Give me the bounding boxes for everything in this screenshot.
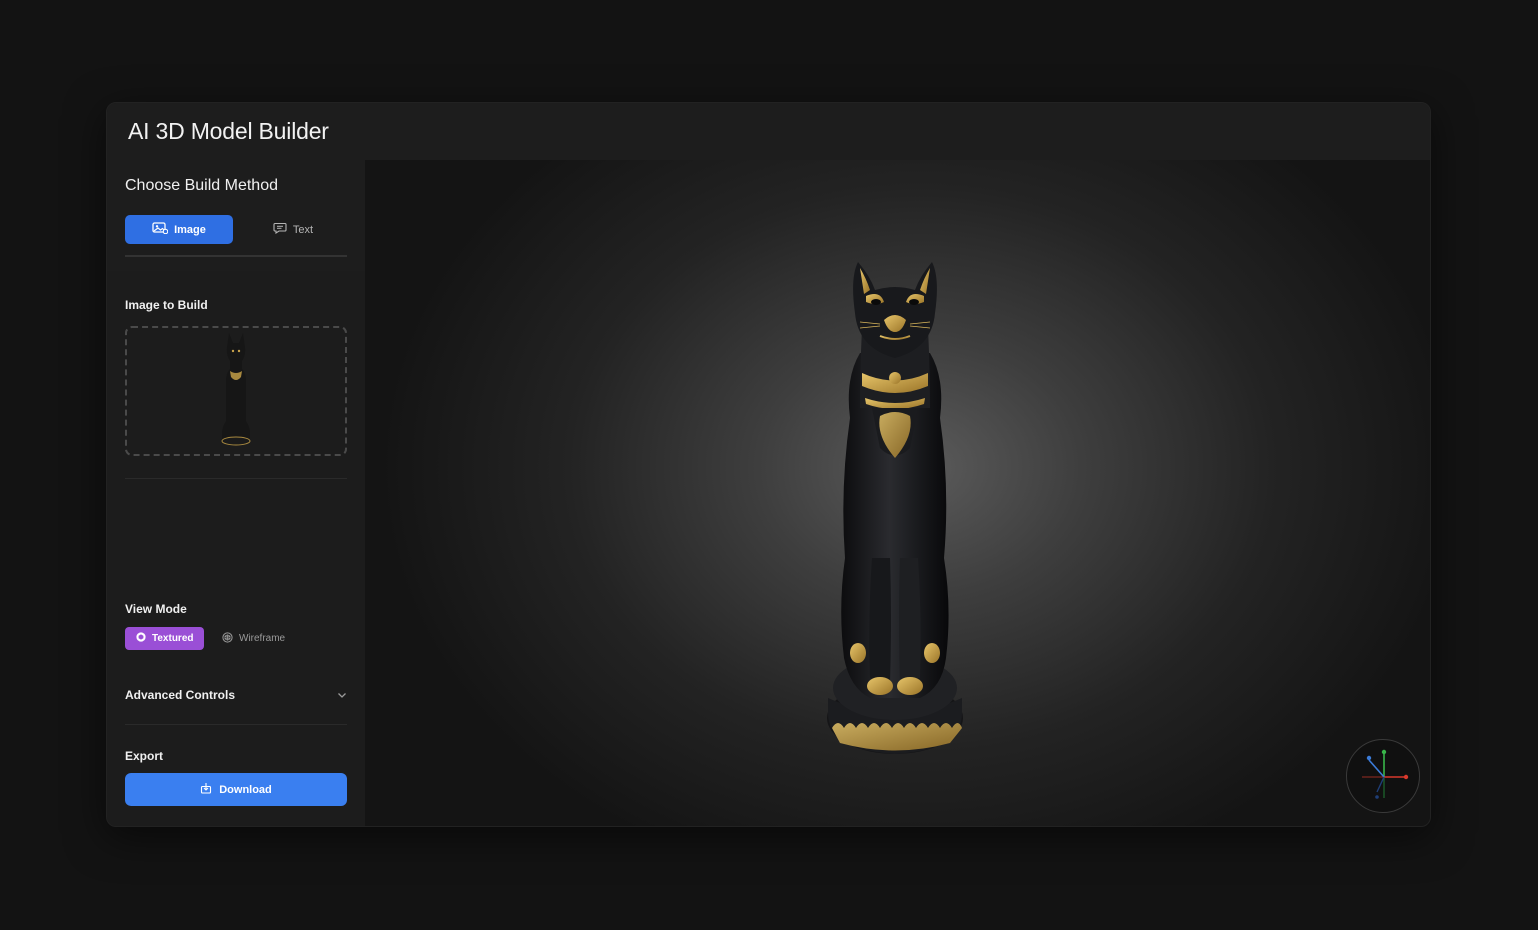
build-method-image-label: Image xyxy=(174,223,206,236)
image-dropzone[interactable] xyxy=(125,326,347,456)
app-window: AI 3D Model Builder Choose Build Method … xyxy=(106,102,1431,827)
download-label: Download xyxy=(219,783,272,796)
advanced-controls-label: Advanced Controls xyxy=(125,688,236,702)
title-bar: AI 3D Model Builder xyxy=(107,103,1430,160)
view-mode-wireframe-button[interactable]: Wireframe xyxy=(211,627,296,650)
section-divider xyxy=(125,478,347,479)
download-button[interactable]: Download xyxy=(125,773,347,806)
view-mode-wireframe-label: Wireframe xyxy=(239,633,286,644)
export-heading: Export xyxy=(125,749,164,763)
image-icon xyxy=(152,222,169,237)
advanced-controls-toggle[interactable]: Advanced Controls xyxy=(125,685,347,705)
build-method-heading: Choose Build Method xyxy=(125,177,278,194)
uploaded-image-thumbnail xyxy=(216,329,256,454)
section-divider xyxy=(125,724,347,725)
build-method-text-label: Text xyxy=(292,223,314,236)
app-title: AI 3D Model Builder xyxy=(128,118,329,144)
build-method-divider xyxy=(125,255,347,257)
cube-icon xyxy=(136,632,146,645)
wireframe-icon xyxy=(222,631,233,646)
model-viewport[interactable] xyxy=(365,160,1430,826)
build-method-text-button[interactable]: Text xyxy=(243,215,343,244)
download-icon xyxy=(200,782,212,797)
build-method-section: Choose Build Method Image Text xyxy=(107,160,365,271)
view-mode-textured-button[interactable]: Textured xyxy=(125,627,204,650)
image-to-build-heading: Image to Build xyxy=(125,298,208,312)
3d-model-cat-statue xyxy=(820,258,970,758)
view-mode-textured-label: Textured xyxy=(152,633,194,644)
view-mode-heading: View Mode xyxy=(125,602,187,616)
build-method-image-button[interactable]: Image xyxy=(125,215,233,244)
orientation-gizmo[interactable] xyxy=(1346,739,1420,813)
message-icon xyxy=(273,222,287,237)
chevron-down-icon xyxy=(337,686,347,704)
sidebar: Choose Build Method Image Text Image to … xyxy=(107,160,365,826)
